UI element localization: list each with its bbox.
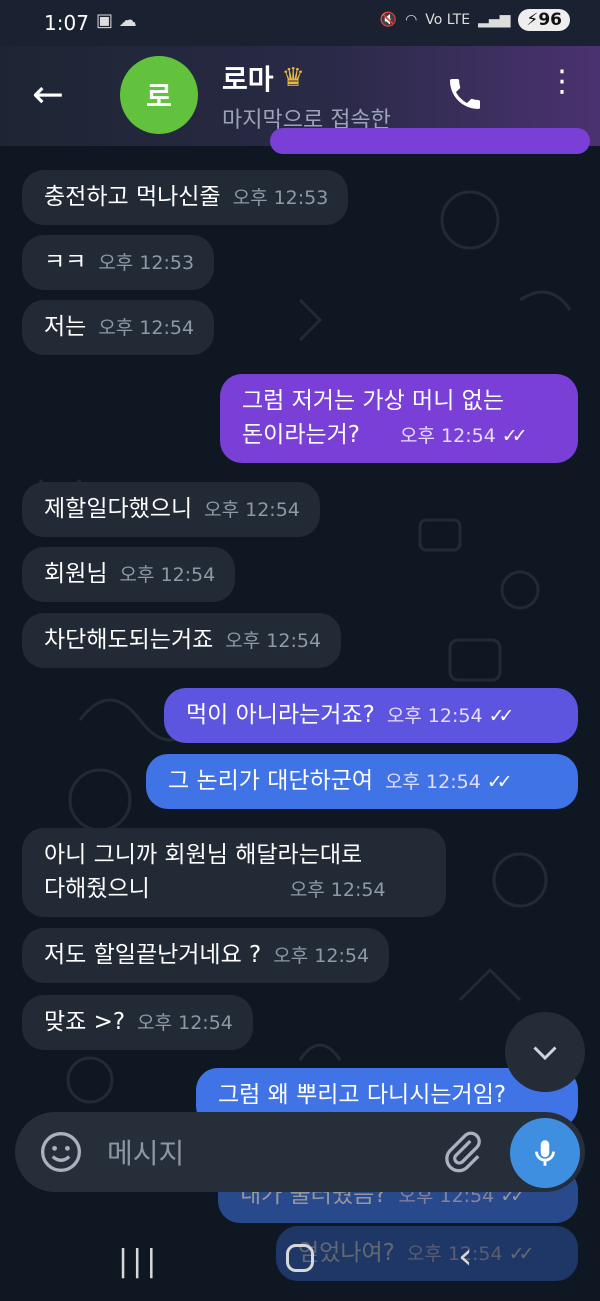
system-nav-bar: ||| ‹ (0, 1218, 600, 1301)
crown-icon: ♛ (281, 63, 305, 93)
message-input-bar: 메시지 (15, 1112, 585, 1192)
back-button[interactable]: ‹ (458, 1236, 472, 1277)
home-button[interactable] (286, 1244, 314, 1272)
message-bubble[interactable]: ㅋㅋ 오후 12:53 (22, 235, 215, 290)
voice-record-button[interactable] (510, 1118, 580, 1188)
message-bubble-partial (270, 128, 590, 154)
battery-indicator: ⚡96 (518, 9, 570, 31)
contact-name[interactable]: 로마 ♛ (222, 58, 305, 98)
wifi-icon: ◠ (405, 12, 418, 28)
more-options-icon[interactable]: ⋮ (547, 67, 577, 97)
message-bubble[interactable]: 차단해도되는거죠 오후 12:54 (22, 613, 342, 668)
notification-icons: ▣ ☁ (96, 10, 137, 31)
message-bubble[interactable]: 아니 그니까 회원님 해달라는대로 다해줬으니 오후 12:54 (22, 828, 446, 917)
scroll-to-bottom-button[interactable] (505, 1012, 585, 1092)
status-indicators: 🔇 ◠ Vo LTE ▂▄▆ ⚡96 (380, 9, 570, 31)
read-checks-icon: ✓✓ (486, 771, 513, 793)
message-bubble[interactable]: 저도 할일끝난거네요 ? 오후 12:54 (22, 928, 390, 983)
microphone-icon (535, 1140, 555, 1166)
status-bar: 1:07 ▣ ☁ 🔇 ◠ Vo LTE ▂▄▆ ⚡96 (0, 0, 600, 46)
recents-button[interactable]: ||| (118, 1244, 160, 1279)
message-bubble[interactable]: 회원님 오후 12:54 (22, 547, 236, 602)
message-bubble[interactable]: 제할일다했으니 오후 12:54 (22, 482, 320, 537)
signal-icon: ▂▄▆ (478, 12, 511, 28)
status-time: 1:07 (44, 11, 89, 35)
mute-icon: 🔇 (379, 12, 398, 28)
message-input[interactable]: 메시지 (107, 1132, 184, 1172)
message-bubble[interactable]: 충전하고 먹나신줄 오후 12:53 (22, 170, 349, 225)
avatar[interactable]: 로 (120, 56, 198, 134)
phone-call-icon[interactable] (445, 74, 485, 114)
back-arrow-icon[interactable]: ← (32, 74, 64, 114)
message-bubble[interactable]: 그 논리가 대단하군여 오후 12:54 ✓✓ (146, 754, 578, 809)
read-checks-icon: ✓✓ (488, 705, 515, 727)
message-bubble[interactable]: 맞죠 >? 오후 12:54 (22, 995, 253, 1050)
attach-icon[interactable] (441, 1130, 485, 1174)
chevron-down-icon (533, 1046, 557, 1061)
read-checks-icon: ✓✓ (501, 425, 528, 447)
message-bubble[interactable]: 그럼 저거는 가상 머니 없는 돈이라는거? 오후 12:54 ✓✓ (220, 374, 578, 463)
message-bubble[interactable]: 먹이 아니라는거죠? 오후 12:54 ✓✓ (164, 688, 578, 743)
network-label: Vo LTE (425, 12, 471, 28)
message-bubble[interactable]: 저는 오후 12:54 (22, 300, 215, 355)
emoji-icon[interactable] (39, 1130, 83, 1174)
